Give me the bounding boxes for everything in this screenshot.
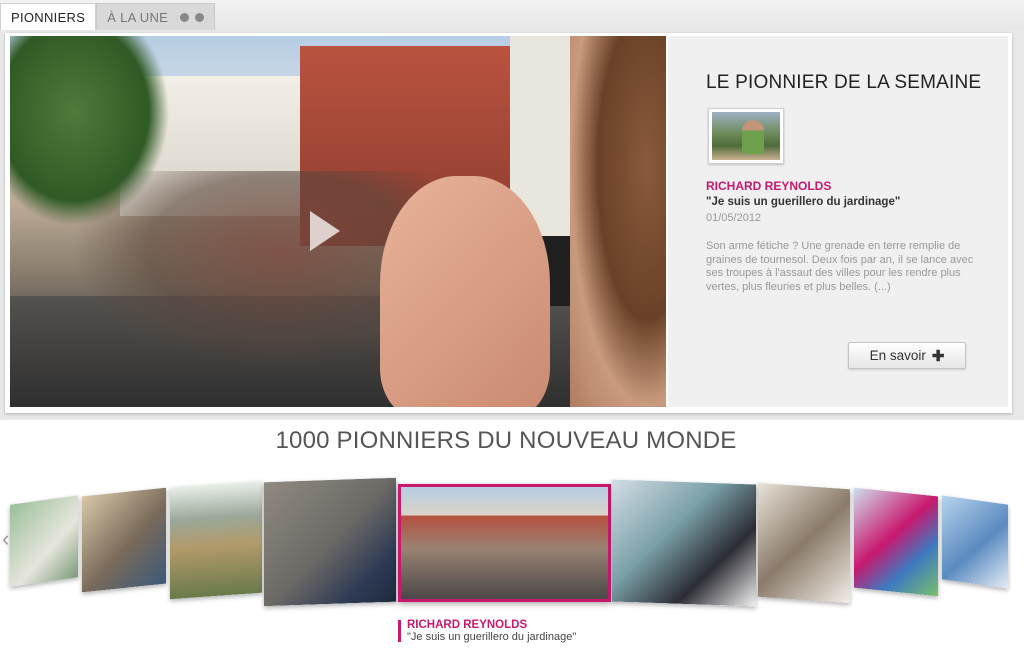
featured-panel: LE PIONNIER DE LA SEMAINE RICHARD REYNOL… bbox=[5, 33, 1012, 413]
featured-info: LE PIONNIER DE LA SEMAINE RICHARD REYNOL… bbox=[668, 36, 1008, 407]
tab-label: À LA UNE bbox=[107, 9, 169, 25]
carousel-card-selected[interactable] bbox=[398, 484, 611, 602]
thumbnail-image bbox=[712, 112, 780, 160]
tab-a-la-une[interactable]: À LA UNE bbox=[96, 3, 216, 30]
card-image bbox=[170, 480, 262, 600]
more-button-label: En savoir bbox=[869, 348, 926, 363]
featured-date: 01/05/2012 bbox=[706, 212, 762, 224]
card-image bbox=[854, 487, 938, 597]
carousel-caption-name[interactable]: RICHARD REYNOLDS bbox=[407, 619, 527, 631]
carousel-card[interactable] bbox=[10, 495, 78, 587]
video-player[interactable] bbox=[10, 36, 666, 407]
carousel-card[interactable] bbox=[854, 487, 938, 597]
carousel-card[interactable] bbox=[942, 495, 1008, 589]
dot-icon[interactable] bbox=[180, 12, 190, 22]
tab-pionniers[interactable]: PIONNIERS bbox=[0, 3, 97, 30]
featured-name[interactable]: RICHARD REYNOLDS bbox=[706, 179, 831, 193]
carousel-caption-quote: "Je suis un guerillero du jardinage" bbox=[407, 631, 577, 643]
caption-accent-bar bbox=[398, 620, 401, 642]
tab-list: PIONNIERS À LA UNE bbox=[0, 3, 216, 30]
top-bar: PIONNIERS À LA UNE bbox=[0, 0, 1024, 30]
card-image bbox=[942, 495, 1008, 589]
card-image bbox=[401, 487, 608, 599]
carousel-card[interactable] bbox=[758, 482, 850, 604]
carousel-card[interactable] bbox=[170, 480, 262, 600]
carousel-card[interactable] bbox=[612, 479, 756, 607]
plus-icon: ✚ bbox=[931, 347, 945, 365]
play-icon[interactable] bbox=[310, 211, 340, 251]
featured-description: Son arme fétiche ? Une grenade en terre … bbox=[706, 240, 974, 293]
card-image bbox=[612, 479, 756, 607]
video-frame-part bbox=[380, 176, 550, 407]
card-image bbox=[10, 495, 78, 587]
carousel bbox=[0, 470, 1024, 615]
video-frame-part bbox=[570, 36, 666, 407]
carousel-title: 1000 PIONNIERS DU NOUVEAU MONDE bbox=[275, 427, 737, 454]
card-image bbox=[82, 487, 166, 593]
carousel-card[interactable] bbox=[264, 477, 396, 607]
dot-icon[interactable] bbox=[195, 12, 205, 22]
featured-quote: "Je suis un guerillero du jardinage" bbox=[706, 196, 901, 208]
card-image bbox=[264, 477, 396, 607]
tab-label: PIONNIERS bbox=[11, 9, 86, 25]
featured-stage: LE PIONNIER DE LA SEMAINE RICHARD REYNOL… bbox=[0, 30, 1024, 420]
featured-heading: LE PIONNIER DE LA SEMAINE bbox=[706, 72, 982, 93]
carousel-card[interactable] bbox=[82, 487, 166, 593]
featured-thumbnail[interactable] bbox=[708, 108, 784, 164]
card-image bbox=[758, 482, 850, 604]
pager-dots bbox=[180, 12, 205, 22]
more-button[interactable]: En savoir ✚ bbox=[848, 342, 966, 369]
